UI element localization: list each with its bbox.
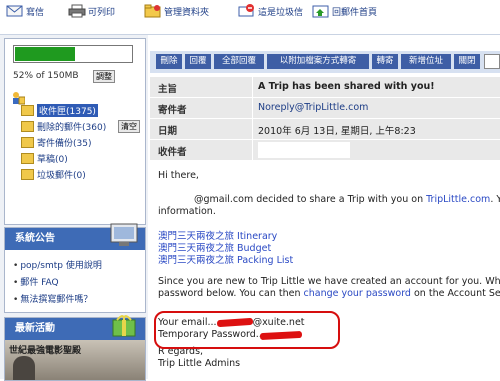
folder-drafts[interactable]: 草稿(0) bbox=[21, 151, 68, 165]
folder-inbox-label: 收件匣(1375) bbox=[37, 103, 98, 117]
trash-folder-icon bbox=[21, 120, 34, 132]
print-button[interactable]: 可列印 bbox=[68, 4, 115, 18]
date-label: 日期 bbox=[158, 126, 178, 137]
header-divider bbox=[252, 77, 253, 97]
announcements-title: 系統公告 bbox=[5, 223, 145, 250]
print-label: 可列印 bbox=[88, 8, 116, 18]
activity-banner[interactable]: 世紀最強電影聖殿 bbox=[5, 340, 145, 380]
password-change-line: password below. You can then change your… bbox=[158, 288, 500, 299]
folder-drafts-label: 草稿(0) bbox=[37, 154, 68, 165]
from-link[interactable]: Noreply@TripLittle.com bbox=[258, 102, 368, 113]
header-divider bbox=[252, 98, 253, 118]
folder-inbox[interactable]: 收件匣(1375) bbox=[21, 103, 98, 117]
forward-button[interactable]: 轉寄 bbox=[372, 54, 398, 69]
mark-spam-label: 這是垃圾信 bbox=[258, 8, 304, 18]
mark-spam-button[interactable]: 這是垃圾信 bbox=[238, 4, 303, 18]
signature-text: Trip Little Admins bbox=[158, 358, 241, 369]
from-label: 寄件者 bbox=[158, 105, 187, 116]
subject-label: 主旨 bbox=[158, 84, 178, 95]
faq-link-text: 郵件 FAQ bbox=[20, 278, 59, 288]
forward-as-attachment-button[interactable]: 以附加檔案方式轉寄 bbox=[267, 54, 369, 69]
compose-label: 寫信 bbox=[26, 8, 45, 18]
packing-list-link[interactable]: 澳門三天兩夜之旅 Packing List bbox=[158, 255, 293, 266]
mail-home-button[interactable]: 回郵件首頁 bbox=[312, 4, 377, 18]
credentials-highlight bbox=[154, 311, 340, 349]
information-text: information. bbox=[158, 206, 216, 217]
message-view: 刪除 回覆 全部回覆 以附加檔案方式轉寄 轉寄 新增位址 關閉 主旨 A Tri… bbox=[150, 35, 500, 379]
change-password-link[interactable]: change your password bbox=[304, 288, 411, 299]
quota-fill bbox=[15, 47, 75, 61]
share-line-pre: @gmail.com decided to share a Trip with … bbox=[194, 194, 427, 205]
inbox-folder-icon bbox=[21, 104, 34, 116]
folder-spam[interactable]: 垃圾郵件(0) bbox=[21, 167, 86, 181]
password-line-post: on the Account Setti bbox=[413, 288, 500, 299]
sent-folder-icon bbox=[21, 136, 34, 148]
compose-button[interactable]: 寫信 bbox=[6, 4, 44, 18]
folder-deleted-label: 刪除的郵件(360) bbox=[37, 122, 107, 133]
reply-all-button[interactable]: 全部回覆 bbox=[214, 54, 264, 69]
to-row: 收件者 bbox=[150, 140, 500, 161]
triplittle-link[interactable]: TripLittle.com bbox=[426, 194, 490, 205]
subject-value: A Trip has been shared with you! bbox=[258, 81, 435, 92]
empty-trash-button[interactable]: 清空 bbox=[118, 120, 140, 133]
compose-icon bbox=[6, 4, 24, 18]
close-button[interactable]: 關閉 bbox=[454, 54, 480, 69]
quota-panel: 52% of 150MB 調整 收件匣(1375) 刪除的郵件(360) 清空 … bbox=[4, 38, 146, 225]
more-select[interactable] bbox=[484, 54, 500, 69]
activity-banner-image bbox=[13, 356, 35, 380]
faq-link[interactable]: • 郵件 FAQ bbox=[13, 275, 59, 288]
share-line: @gmail.com decided to share a Trip with … bbox=[194, 194, 500, 205]
activities-title: 最新活動 bbox=[5, 315, 145, 340]
printer-icon bbox=[68, 4, 86, 18]
share-line-post: . You bbox=[490, 194, 500, 205]
date-value: 2010年 6月 13日, 星期日, 上午8:23 bbox=[258, 126, 416, 137]
folder-manage-icon bbox=[144, 4, 162, 18]
quota-text: 52% of 150MB bbox=[13, 71, 79, 81]
monitor-icon bbox=[110, 223, 138, 246]
activities-panel: 最新活動 世紀最強電影聖殿 bbox=[4, 315, 146, 381]
mail-home-label: 回郵件首頁 bbox=[332, 8, 378, 18]
from-value[interactable]: Noreply@TripLittle.com bbox=[258, 102, 368, 113]
date-row: 日期 2010年 6月 13日, 星期日, 上午8:23 bbox=[150, 119, 500, 140]
new-account-text: Since you are new to Trip Little we have… bbox=[158, 276, 500, 287]
to-label: 收件者 bbox=[158, 147, 187, 158]
cannot-compose-link[interactable]: • 無法撰寫郵件嗎？ bbox=[13, 292, 92, 305]
folder-deleted[interactable]: 刪除的郵件(360) bbox=[21, 119, 106, 133]
password-line-pre: password below. You can then bbox=[158, 288, 304, 299]
folder-spam-label: 垃圾郵件(0) bbox=[37, 170, 86, 181]
announcements-title-text: 系統公告 bbox=[15, 233, 55, 244]
delete-button[interactable]: 刪除 bbox=[156, 54, 182, 69]
top-toolbar: 寫信 可列印 管理資料夾 這是垃圾信 回郵件首頁 bbox=[0, 0, 500, 35]
activities-title-text: 最新活動 bbox=[15, 323, 55, 334]
packing-link-row[interactable]: 澳門三天兩夜之旅 Packing List bbox=[158, 252, 293, 266]
header-divider bbox=[252, 119, 253, 139]
announcements-panel: 系統公告 • pop/smtp 使用說明 • 郵件 FAQ • 無法撰寫郵件嗎？ bbox=[4, 223, 146, 313]
pop-smtp-link-text: pop/smtp 使用說明 bbox=[20, 261, 102, 271]
from-row: 寄件者 Noreply@TripLittle.com bbox=[150, 98, 500, 119]
manage-folders-button[interactable]: 管理資料夾 bbox=[144, 4, 209, 18]
spam-icon bbox=[238, 4, 256, 18]
left-sidebar: 52% of 150MB 調整 收件匣(1375) 刪除的郵件(360) 清空 … bbox=[0, 35, 148, 381]
gift-icon bbox=[112, 315, 136, 337]
adjust-quota-button[interactable]: 調整 bbox=[93, 70, 115, 83]
greeting: Hi there, bbox=[158, 170, 199, 181]
add-address-button[interactable]: 新增位址 bbox=[401, 54, 451, 69]
manage-folders-label: 管理資料夾 bbox=[164, 8, 210, 18]
header-divider bbox=[252, 140, 253, 160]
home-mail-icon bbox=[312, 4, 330, 18]
activity-banner-text: 世紀最強電影聖殿 bbox=[9, 346, 82, 356]
quota-bar bbox=[13, 45, 133, 63]
folder-sent-label: 寄件備份(35) bbox=[37, 138, 92, 149]
action-bar: 刪除 回覆 全部回覆 以附加檔案方式轉寄 轉寄 新增位址 關閉 bbox=[150, 51, 500, 73]
subject-row: 主旨 A Trip has been shared with you! bbox=[150, 77, 500, 98]
drafts-folder-icon bbox=[21, 152, 34, 164]
folder-sent[interactable]: 寄件備份(35) bbox=[21, 135, 91, 149]
reply-button[interactable]: 回覆 bbox=[185, 54, 211, 69]
to-redacted bbox=[258, 142, 350, 158]
spam-folder-icon bbox=[21, 168, 34, 180]
cannot-compose-link-text: 無法撰寫郵件嗎？ bbox=[20, 295, 93, 305]
pop-smtp-link[interactable]: • pop/smtp 使用說明 bbox=[13, 258, 102, 271]
